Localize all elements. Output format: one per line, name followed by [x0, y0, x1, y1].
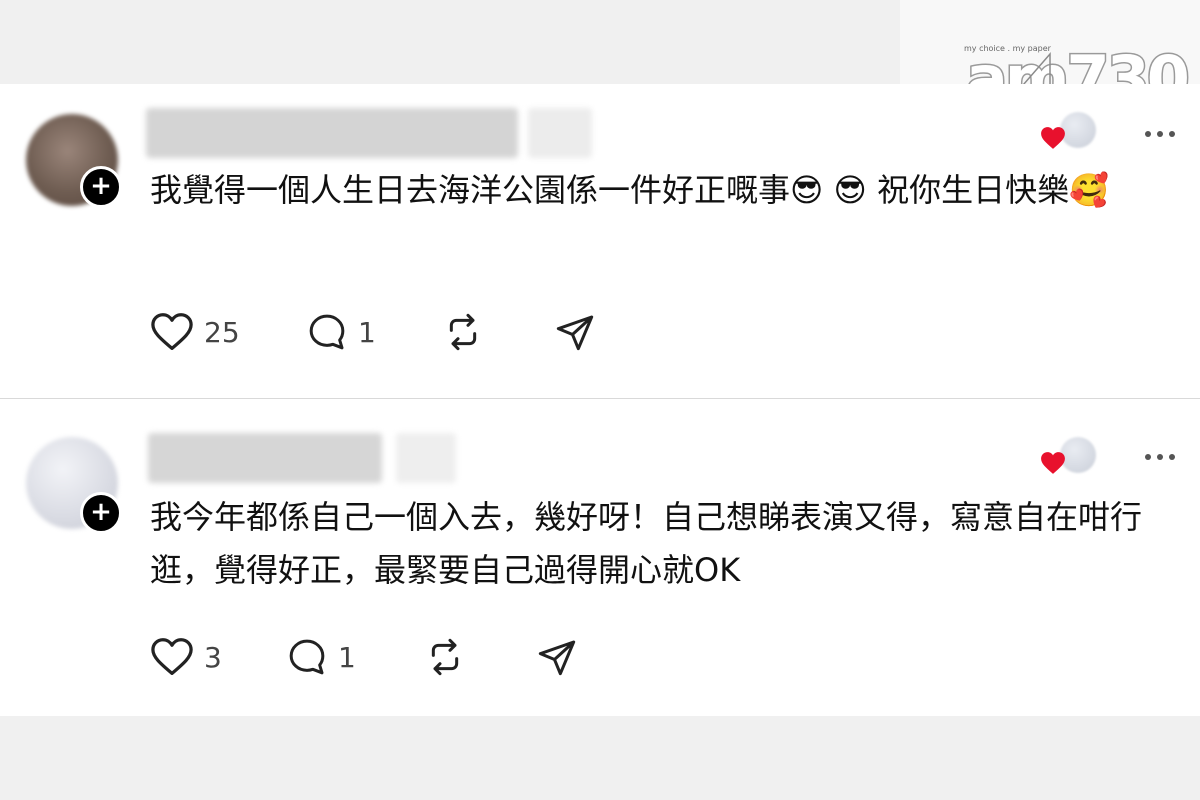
bottom-background — [0, 716, 1200, 800]
comment-card: + 我今年都係自己一個入去，幾好呀！自己想睇表演又得，寫意自在咁行逛，覺得好正，… — [0, 399, 1200, 716]
speech-bubble-icon — [309, 314, 345, 350]
heart-outline-icon — [151, 638, 193, 675]
repost-arrows-icon — [449, 313, 477, 351]
plus-icon: + — [90, 497, 112, 527]
like-button[interactable]: 3 — [150, 637, 222, 677]
red-heart-icon — [1041, 452, 1065, 474]
share-button[interactable] — [554, 312, 596, 352]
more-dots-icon[interactable] — [1142, 128, 1178, 140]
timestamp-blurred — [528, 108, 592, 158]
like-button[interactable]: 25 — [150, 312, 240, 352]
red-heart-icon — [1041, 127, 1065, 149]
plus-icon: + — [90, 171, 112, 201]
speech-bubble-icon — [289, 639, 325, 675]
follow-button[interactable]: + — [80, 492, 122, 534]
username-blurred[interactable] — [148, 433, 382, 483]
author-liked-indicator — [1040, 437, 1100, 477]
reply-button[interactable]: 1 — [286, 637, 356, 677]
reply-count: 1 — [358, 315, 376, 349]
paper-plane-icon — [556, 315, 594, 351]
reply-count: 1 — [338, 640, 356, 674]
paper-plane-icon — [538, 640, 576, 676]
follow-button[interactable]: + — [80, 166, 122, 208]
author-liked-indicator — [1040, 112, 1100, 152]
more-dots-icon[interactable] — [1142, 451, 1178, 463]
like-count: 25 — [204, 315, 240, 349]
repost-button[interactable] — [424, 637, 466, 677]
repost-arrows-icon — [431, 638, 459, 676]
like-count: 3 — [204, 640, 222, 674]
heart-outline-icon — [151, 313, 193, 350]
share-button[interactable] — [536, 637, 578, 677]
comment-text: 我覺得一個人生日去海洋公園係一件好正嘅事😎 😎 祝你生日快樂🥰 — [150, 171, 1109, 209]
comment-card: + 我覺得一個人生日去海洋公園係一件好正嘅事😎 😎 祝你生日快樂🥰 25 1 — [0, 84, 1200, 398]
reply-button[interactable]: 1 — [306, 312, 376, 352]
comment-text: 我今年都係自己一個入去，幾好呀！自己想睇表演又得，寫意自在咁行逛，覺得好正，最緊… — [150, 498, 1143, 589]
repost-button[interactable] — [442, 312, 484, 352]
username-blurred[interactable] — [146, 108, 518, 158]
timestamp-blurred — [396, 433, 456, 483]
